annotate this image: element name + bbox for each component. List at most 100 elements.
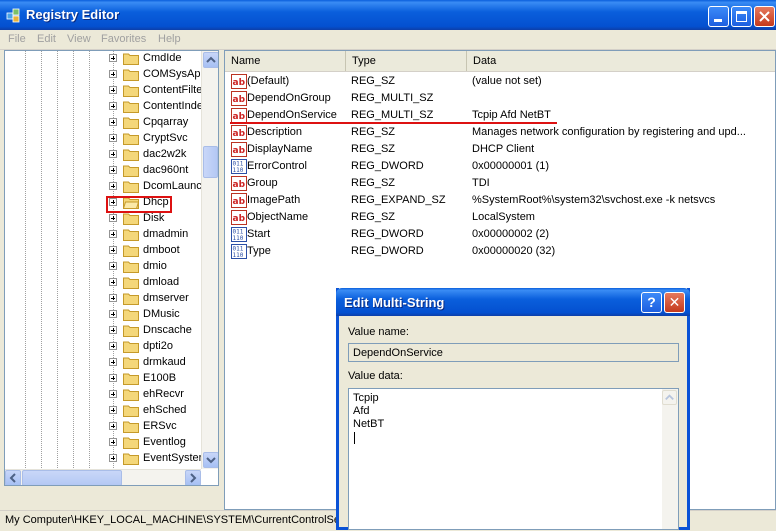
- tree-item[interactable]: Dnscache: [5, 323, 205, 339]
- tree-item[interactable]: dmload: [5, 275, 205, 291]
- folder-icon: [123, 213, 139, 225]
- value-row[interactable]: ab ImagePath REG_EXPAND_SZ %SystemRoot%\sys…: [225, 192, 775, 209]
- tree-item[interactable]: COMSysApp: [5, 67, 207, 83]
- title-bar[interactable]: Registry Editor: [0, 0, 776, 30]
- menu-edit[interactable]: Edit: [37, 33, 56, 45]
- expand-icon[interactable]: [109, 358, 117, 366]
- expand-icon[interactable]: [109, 102, 117, 110]
- column-header-name[interactable]: Name: [225, 51, 346, 71]
- menu-file[interactable]: File: [8, 33, 26, 45]
- column-header-data[interactable]: Data: [467, 51, 775, 71]
- tree-item[interactable]: dac960nt: [5, 163, 205, 179]
- column-header-type[interactable]: Type: [346, 51, 467, 71]
- help-button[interactable]: ?: [641, 292, 662, 313]
- expand-icon[interactable]: [109, 294, 117, 302]
- tree-item[interactable]: EventSyster: [5, 451, 205, 467]
- tree-item[interactable]: dmio: [5, 259, 205, 275]
- tree-item[interactable]: ContentInde: [5, 99, 205, 115]
- value-row[interactable]: ab DependOnGroup REG_MULTI_SZ: [225, 90, 775, 107]
- tree-item[interactable]: Dhcp: [5, 195, 205, 211]
- expand-icon[interactable]: [109, 454, 117, 462]
- expand-icon[interactable]: [109, 278, 117, 286]
- expand-icon[interactable]: [109, 230, 117, 238]
- value-row[interactable]: 011 110 Start REG_DWORD 0x00000002 (2): [225, 226, 775, 243]
- tree-item[interactable]: ERSvc: [5, 419, 205, 435]
- tree-item-label: Dnscache: [143, 324, 192, 336]
- expand-icon[interactable]: [109, 438, 117, 446]
- expand-icon[interactable]: [109, 374, 117, 382]
- expand-icon[interactable]: [109, 390, 117, 398]
- tree-item[interactable]: drmkaud: [5, 355, 205, 371]
- tree-item-label: dac960nt: [143, 164, 189, 176]
- tree-item[interactable]: CmdIde: [5, 51, 205, 67]
- expand-icon[interactable]: [109, 118, 117, 126]
- menu-help[interactable]: Help: [158, 33, 181, 45]
- expand-icon[interactable]: [109, 246, 117, 254]
- value-row[interactable]: 011 110 Type REG_DWORD 0x00000020 (32): [225, 243, 775, 260]
- folder-icon: [123, 309, 139, 321]
- tree-item[interactable]: dpti2o: [5, 339, 205, 355]
- maximize-button[interactable]: [731, 6, 752, 27]
- minimize-button[interactable]: [708, 6, 729, 27]
- tree-item[interactable]: DMusic: [5, 307, 205, 323]
- scroll-up-button[interactable]: [203, 52, 218, 68]
- tree-item[interactable]: DcomLaunch: [5, 179, 208, 195]
- tree-item[interactable]: ehRecvr: [5, 387, 205, 403]
- tree-item[interactable]: E100B: [5, 371, 205, 387]
- value-row[interactable]: ab Group REG_SZ TDI: [225, 175, 775, 192]
- tree-item[interactable]: Disk: [5, 211, 205, 227]
- textarea-scroll-up[interactable]: [662, 390, 677, 405]
- expand-icon[interactable]: [109, 86, 117, 94]
- scroll-left-button[interactable]: [5, 470, 21, 485]
- expand-icon[interactable]: [109, 214, 117, 222]
- tree-item[interactable]: ehSched: [5, 403, 205, 419]
- tree-horizontal-scrollbar[interactable]: [5, 469, 201, 485]
- expand-icon[interactable]: [109, 262, 117, 270]
- tree-item[interactable]: dac2w2k: [5, 147, 205, 163]
- folder-icon: [123, 357, 139, 369]
- expand-icon[interactable]: [109, 406, 117, 414]
- value-name: Start: [247, 228, 271, 240]
- expand-icon[interactable]: [109, 150, 117, 158]
- expand-icon[interactable]: [109, 342, 117, 350]
- value-row[interactable]: ab (Default) REG_SZ (value not set): [225, 73, 775, 90]
- menu-view[interactable]: View: [67, 33, 91, 45]
- scroll-right-button[interactable]: [185, 470, 201, 485]
- value-row[interactable]: ab ObjectName REG_SZ LocalSystem: [225, 209, 775, 226]
- value-row[interactable]: ab Description REG_SZ Manages network confi…: [225, 124, 775, 141]
- expand-icon[interactable]: [109, 422, 117, 430]
- value-row[interactable]: 011 110 ErrorControl REG_DWORD 0x00000001 (1…: [225, 158, 775, 175]
- scroll-thumb[interactable]: [203, 146, 218, 178]
- expand-icon[interactable]: [109, 70, 117, 78]
- tree-item[interactable]: Cpqarray: [5, 115, 205, 131]
- dialog-title-bar[interactable]: Edit Multi-String ? ✕: [336, 288, 690, 316]
- scroll-down-button[interactable]: [203, 452, 218, 468]
- expand-icon[interactable]: [109, 326, 117, 334]
- expand-icon[interactable]: [109, 166, 117, 174]
- tree-item-label: COMSysApp: [143, 68, 207, 80]
- expand-icon[interactable]: [109, 310, 117, 318]
- textarea-scrollbar[interactable]: [662, 389, 678, 529]
- expand-icon[interactable]: [109, 54, 117, 62]
- svg-text:110: 110: [233, 167, 244, 174]
- tree-item[interactable]: CryptSvc: [5, 131, 205, 147]
- menu-favorites[interactable]: Favorites: [101, 33, 146, 45]
- value-data-textarea[interactable]: Tcpip Afd NetBT: [348, 388, 679, 530]
- tree-item[interactable]: dmboot: [5, 243, 205, 259]
- registry-tree[interactable]: CmdIde COMSysApp ContentFilte ContentInde Cp…: [4, 50, 219, 486]
- expand-icon[interactable]: [109, 182, 117, 190]
- tree-item[interactable]: ContentFilte: [5, 83, 205, 99]
- dialog-close-button[interactable]: ✕: [664, 292, 685, 313]
- horizontal-scroll-thumb[interactable]: [22, 470, 122, 485]
- value-row[interactable]: ab DisplayName REG_SZ DHCP Client: [225, 141, 775, 158]
- folder-icon: [123, 389, 139, 401]
- tree-item[interactable]: dmserver: [5, 291, 205, 307]
- close-button[interactable]: [754, 6, 775, 27]
- value-type: REG_SZ: [351, 143, 396, 155]
- svg-text:ab: ab: [233, 78, 246, 88]
- tree-item[interactable]: Eventlog: [5, 435, 205, 451]
- tree-vertical-scrollbar[interactable]: [201, 51, 218, 469]
- folder-icon: [123, 149, 139, 161]
- tree-item[interactable]: dmadmin: [5, 227, 205, 243]
- expand-icon[interactable]: [109, 134, 117, 142]
